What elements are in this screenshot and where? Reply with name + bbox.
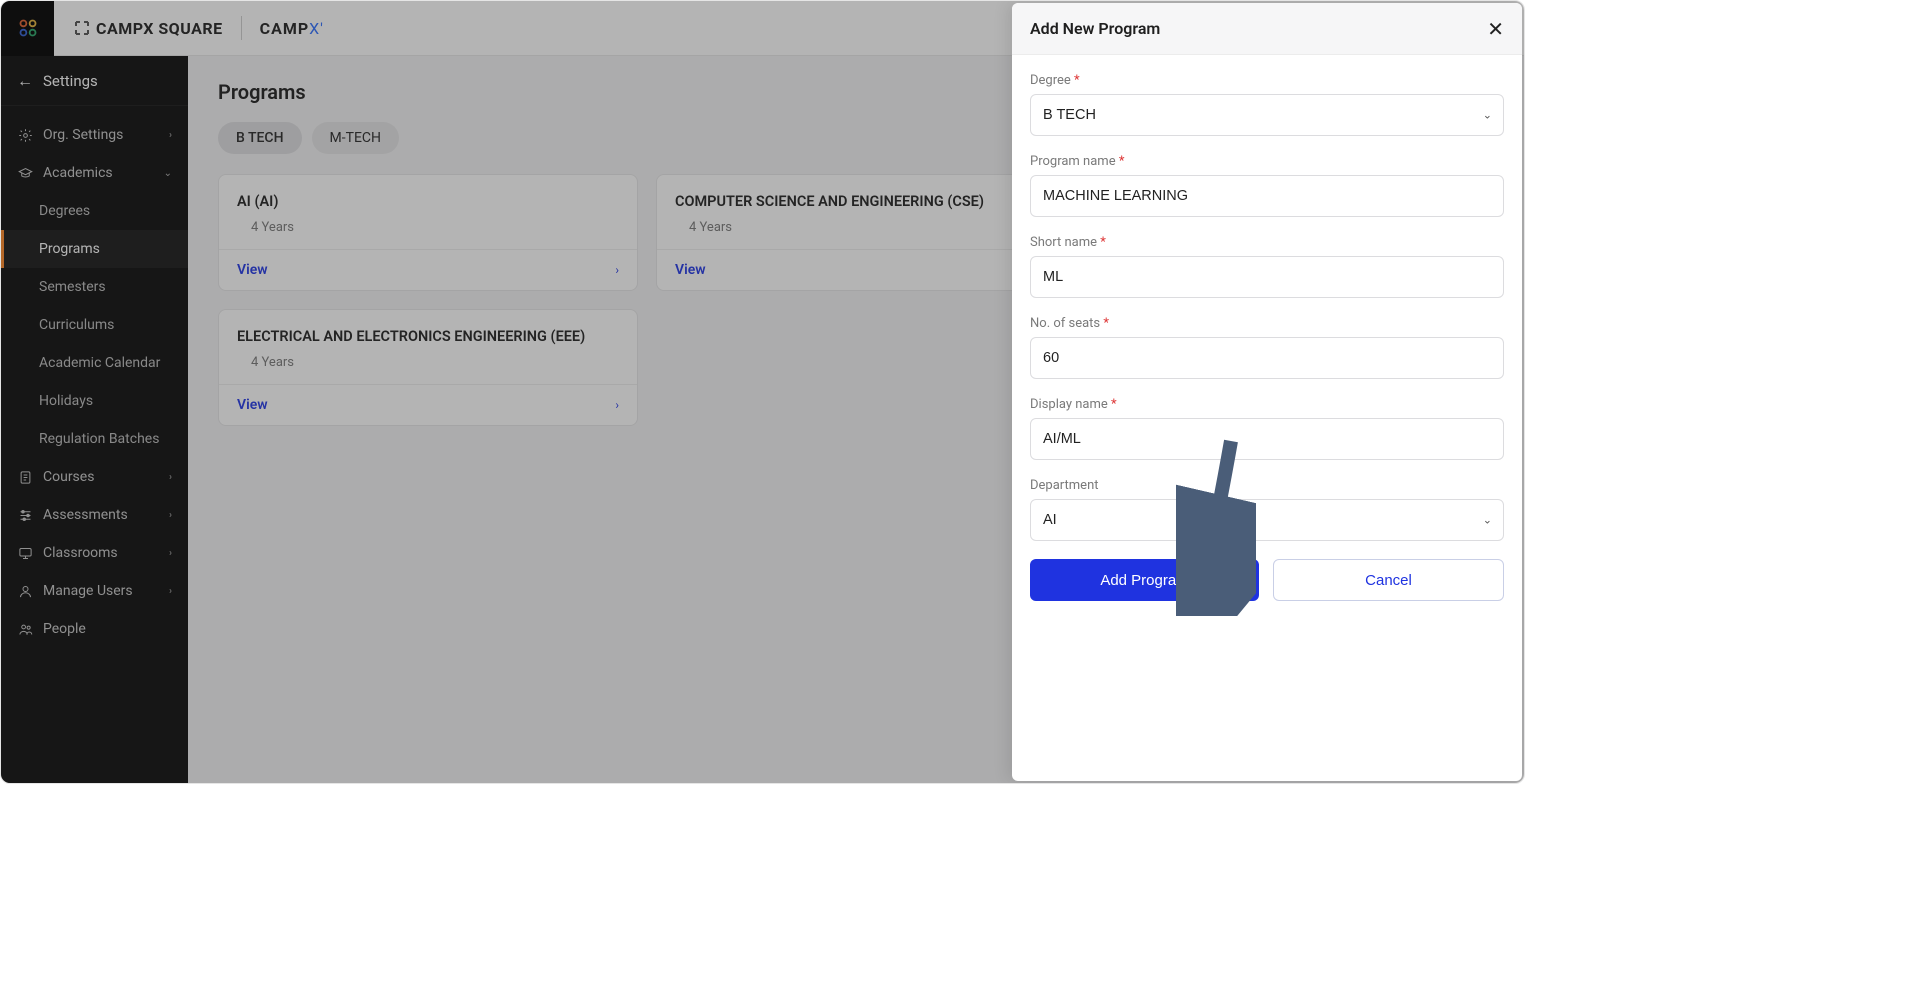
- department-select[interactable]: [1030, 499, 1504, 541]
- app-frame: CAMPX SQUARE CAMPX' ← Settings Org. Sett…: [0, 0, 1525, 784]
- cancel-button[interactable]: Cancel: [1273, 559, 1504, 601]
- display-name-input[interactable]: [1030, 418, 1504, 460]
- add-program-drawer: Add New Program ✕ Degree * ⌄ Program nam…: [1012, 3, 1522, 781]
- display-name-label: Display name *: [1030, 397, 1504, 412]
- add-program-button[interactable]: Add Program: [1030, 559, 1259, 601]
- degree-label: Degree *: [1030, 73, 1504, 88]
- short-name-label: Short name *: [1030, 235, 1504, 250]
- drawer-title: Add New Program: [1030, 19, 1160, 38]
- department-label: Department: [1030, 478, 1504, 493]
- short-name-input[interactable]: [1030, 256, 1504, 298]
- degree-select[interactable]: [1030, 94, 1504, 136]
- program-name-label: Program name *: [1030, 154, 1504, 169]
- seats-label: No. of seats *: [1030, 316, 1504, 331]
- seats-input[interactable]: [1030, 337, 1504, 379]
- program-name-input[interactable]: [1030, 175, 1504, 217]
- close-icon[interactable]: ✕: [1487, 19, 1504, 39]
- drawer-header: Add New Program ✕: [1012, 3, 1522, 55]
